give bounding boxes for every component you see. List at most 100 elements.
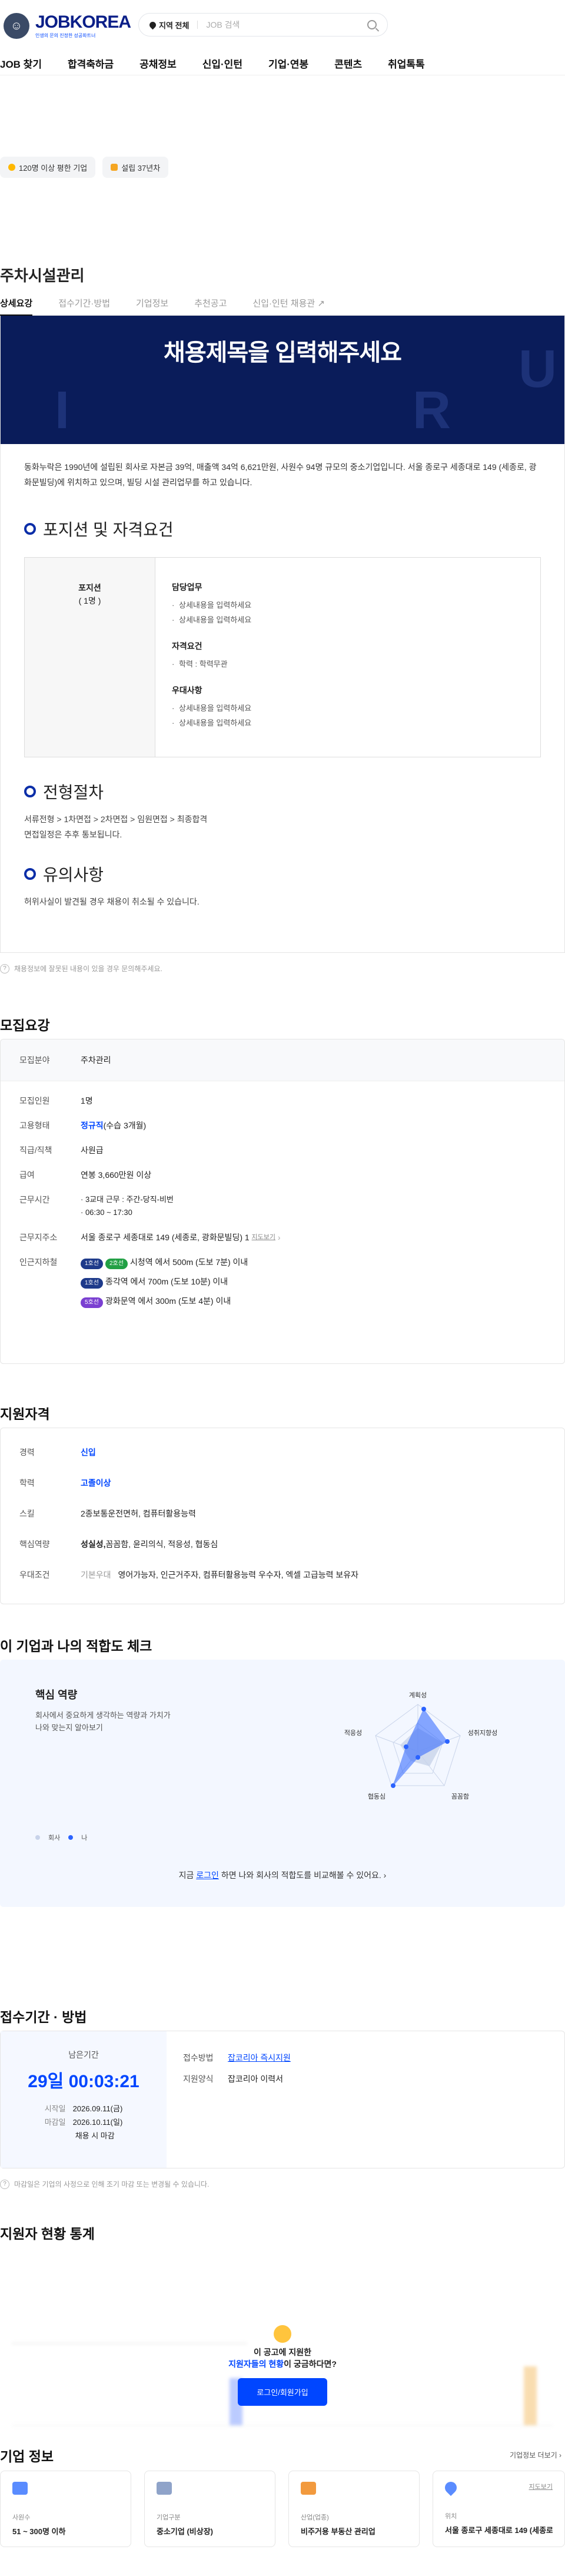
field-label: 모집분야 xyxy=(19,1055,50,1065)
search-input[interactable] xyxy=(206,20,367,29)
salary-row: 급여 연봉 3,660만원 이상 xyxy=(19,1168,546,1181)
banner-deco: R xyxy=(413,381,451,440)
position-heading-text: 포지션 및 자격요건 xyxy=(43,521,174,539)
nav-job[interactable]: JOB 찾기 xyxy=(0,56,42,71)
salary-value: 연봉 3,660만원 이상 xyxy=(81,1170,152,1180)
chevron-right-icon: › xyxy=(559,2451,561,2459)
nav-talk[interactable]: 취업톡톡 xyxy=(388,56,425,71)
hours-text: 3교대 근무 : 주간-당직-비번 xyxy=(85,1195,174,1204)
pref-sub: 기본우대 xyxy=(81,1570,111,1580)
career-label: 경력 xyxy=(19,1448,35,1457)
badge-review: 120명 이상 평한 기업 xyxy=(0,157,96,178)
form-value: 잡코리아 이력서 xyxy=(228,2074,284,2084)
banner-title: 채용제목을 입력해주세요 xyxy=(164,340,402,366)
divider xyxy=(197,21,198,29)
tab-company[interactable]: 기업정보 xyxy=(136,293,168,316)
recruit-rows: 모집인원 1명 고용형태 정규직 (수습 3개월) 직급/직책 사원급 급여 연봉 3,6… xyxy=(1,1081,564,1308)
map-link[interactable]: 지도보기 xyxy=(529,2482,553,2494)
recruit-card: 모집분야 주차관리 모집인원 1명 고용형태 정규직 (수습 3개월) 직급/직책 사원급… xyxy=(0,1039,565,1364)
banner-deco: I xyxy=(55,381,70,440)
deadline-footnote: ? 마감일은 기업의 사정으로 인해 조기 마감 또는 변경될 수 있습니다. xyxy=(0,2179,209,2189)
logo[interactable]: JOBKOREA 인생의 문의 진정한 성공파트너 xyxy=(35,13,131,39)
skill-label: 스킬 xyxy=(19,1509,35,1518)
nav-bonus[interactable]: 합격축하금 xyxy=(68,56,114,71)
end-label: 마감일 xyxy=(44,2118,66,2127)
legend-company-dot xyxy=(35,1835,40,1840)
detail-tabs: 상세요강 접수기간·방법 기업정보 추천공고 신입·인턴 채용관 ↗ xyxy=(0,293,565,316)
apply-link[interactable]: 잡코리아 즉시지원 xyxy=(228,2051,291,2064)
people-icon xyxy=(12,2482,28,2495)
location-filter[interactable]: 지역 전체 xyxy=(148,19,190,31)
tab-detail[interactable]: 상세요강 xyxy=(0,293,33,316)
subway-text: 종각역 에서 700m (도보 10분) 이내 xyxy=(105,1277,228,1286)
main-nav: JOB 찾기 합격축하금 공채정보 신입·인턴 기업·연봉 콘텐츠 취업톡톡 xyxy=(0,52,565,75)
type-label: 고용형태 xyxy=(19,1121,50,1130)
card-label: 사원수 xyxy=(12,2514,31,2521)
core-label: 핵심역량 xyxy=(19,1539,50,1549)
fit-heading: 이 기업과 나의 적합도 체크 xyxy=(0,1638,152,1654)
fit-desc-line: 나와 맞는지 알아보기 xyxy=(35,1723,103,1732)
radar-point xyxy=(416,1755,420,1760)
tab-intern[interactable]: 신입·인턴 채용관 ↗ xyxy=(252,293,325,316)
star-icon xyxy=(8,164,15,171)
company-more-link[interactable]: 기업정보 더보기 › xyxy=(510,2450,561,2460)
radar-label: 계획성 xyxy=(409,1691,427,1699)
location-pin-icon xyxy=(442,2479,460,2496)
chevron-right-icon: › xyxy=(383,1870,387,1880)
subway-label: 인근지하철 xyxy=(19,1257,58,1267)
pref-label: 우대조건 xyxy=(19,1570,50,1580)
recruit-heading: 모집요강 xyxy=(0,1018,50,1033)
tab-recommend[interactable]: 추천공고 xyxy=(194,293,227,316)
deadline-remain: 남은기간 29일 00:03:21 시작일 2026.09.11(금) 마감일 20… xyxy=(1,2031,167,2168)
position-role: 포지션 xyxy=(78,583,101,592)
count-row: 모집인원 1명 xyxy=(19,1094,546,1107)
salary-label: 급여 xyxy=(19,1170,35,1180)
question-icon: ? xyxy=(0,963,9,974)
duty-item: 상세내용을 입력하세요 xyxy=(172,612,251,627)
fit-login-cta[interactable]: 지금 로그인 하면 나와 회사의 적합도를 비교해볼 수 있어요. › xyxy=(0,1869,565,1881)
process-heading: 전형절차 xyxy=(24,780,541,803)
fit-check-card: 핵심 역량 회사에서 중요하게 생각하는 역량과 가치가 나와 맞는지 알아보기 … xyxy=(0,1660,565,1907)
qual-item: 학력 : 학력무관 xyxy=(172,657,251,671)
radar-label: 협동심 xyxy=(368,1793,385,1800)
end-value: 2026.10.11(일) xyxy=(72,2118,123,2127)
building-icon xyxy=(157,2482,172,2495)
position-heading: 포지션 및 자격요건 xyxy=(24,517,541,541)
hours-item: · 06:30 ~ 17:30 xyxy=(81,1208,132,1217)
login-button[interactable]: 로그인/회원가입 xyxy=(238,2378,327,2406)
radar-label: 적응성 xyxy=(344,1729,362,1737)
hours-item: · 3교대 근무 : 주간-당직-비번 xyxy=(81,1195,174,1204)
tab-apply[interactable]: 접수기간·방법 xyxy=(58,293,110,316)
logo-mascot-icon: ☺ xyxy=(4,13,29,39)
caution-heading-text: 유의사항 xyxy=(43,866,104,884)
subway-list: 1호선 2호선 시청역 에서 500m (도보 7분) 이내 1호선 종각역 에서 7… xyxy=(81,1256,248,1308)
legend-company: 회사 xyxy=(48,1835,61,1842)
position-count: ( 1명 ) xyxy=(78,596,101,605)
rank-value: 사원급 xyxy=(81,1145,104,1155)
report-note[interactable]: ? 채용정보에 잘못된 내용이 있을 경우 문의해주세요. xyxy=(0,963,162,974)
position-table: 포지션 ( 1명 ) 담당업무 상세내용을 입력하세요상세내용을 입력하세요 자… xyxy=(24,557,541,757)
map-link[interactable]: 지도보기 xyxy=(252,1231,275,1244)
start-label: 시작일 xyxy=(44,2104,66,2113)
fit-login-link[interactable]: 로그인 xyxy=(196,1870,219,1880)
nav-public[interactable]: 공채정보 xyxy=(139,56,177,71)
skill-row: 스킬 2종보통운전면허, 컴퓨터활용능력 xyxy=(19,1507,546,1520)
duty-block: 담당업무 상세내용을 입력하세요상세내용을 입력하세요 xyxy=(172,581,251,627)
question-icon: ? xyxy=(0,2179,9,2189)
legend-me-dot xyxy=(68,1835,74,1840)
search-icon[interactable] xyxy=(367,20,377,29)
nav-contents[interactable]: 콘텐츠 xyxy=(334,56,362,71)
nav-company[interactable]: 기업·연봉 xyxy=(268,56,308,71)
subway-item: 1호선 종각역 에서 700m (도보 10분) 이내 xyxy=(81,1275,248,1289)
position-name-cell: 포지션 ( 1명 ) xyxy=(25,558,155,757)
edu-row: 학력 고졸이상 xyxy=(19,1476,546,1489)
field-value: 주차관리 xyxy=(81,1055,111,1065)
skill-value: 2종보통운전면허, 컴퓨터활용능력 xyxy=(81,1509,196,1518)
card-value: 중소기업 (비상장) xyxy=(157,2527,213,2536)
stats-panel: 이 공고에 지원한 지원자들의 현황이 궁금하다면? 로그인/회원가입 xyxy=(0,2249,565,2437)
nav-intern[interactable]: 신입·인턴 xyxy=(202,56,242,71)
type-extra: (수습 3개월) xyxy=(103,1121,147,1130)
recruit-field-row: 모집분야 주차관리 xyxy=(1,1039,564,1081)
radar-label: 성취지향성 xyxy=(468,1729,498,1737)
location-label: 지역 전체 xyxy=(159,21,190,30)
